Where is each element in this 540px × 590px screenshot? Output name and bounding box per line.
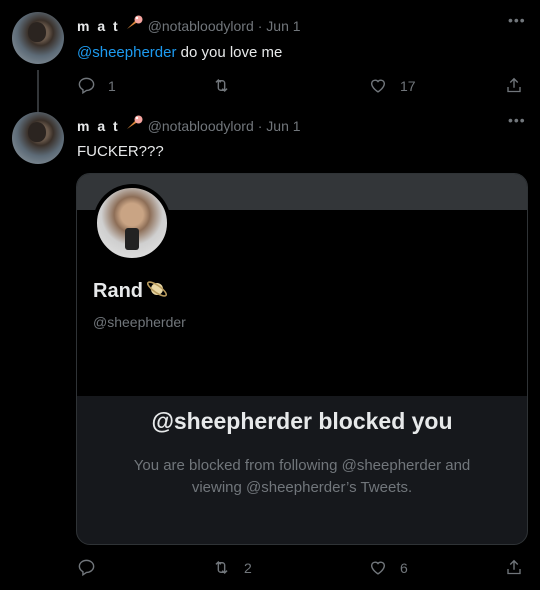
username[interactable]: @notabloodylord xyxy=(148,18,254,34)
saturn-emoji xyxy=(145,278,169,305)
display-name[interactable]: m a t xyxy=(77,18,120,34)
more-icon[interactable]: ••• xyxy=(508,112,526,128)
reply-button[interactable]: 1 xyxy=(77,76,116,95)
profile-display-name: Rand xyxy=(93,280,143,302)
timestamp[interactable]: · Jun 1 xyxy=(258,18,301,34)
reply-count: 1 xyxy=(108,77,116,94)
reply-icon xyxy=(78,77,95,95)
share-button[interactable] xyxy=(505,558,523,577)
retweet-icon xyxy=(215,78,228,93)
avatar[interactable] xyxy=(12,12,64,64)
retweet-count: 2 xyxy=(244,559,252,576)
blocked-line-2: viewing @sheepherder’s Tweets. xyxy=(191,479,413,496)
tweet-header: m a t @notabloodylord · Jun 1 xyxy=(77,114,301,137)
more-icon[interactable]: ••• xyxy=(508,12,526,28)
tweet-text: @sheepherder do you love me xyxy=(77,44,282,61)
share-button[interactable] xyxy=(505,76,523,95)
timestamp[interactable]: · Jun 1 xyxy=(258,118,301,134)
display-name[interactable]: m a t xyxy=(77,118,120,134)
like-button[interactable]: 6 xyxy=(368,558,408,577)
share-icon xyxy=(507,559,521,575)
blocked-profile-card[interactable]: Rand @sheepherder @sheepherder blocked y… xyxy=(76,173,528,545)
thread-line xyxy=(37,70,39,112)
retweet-button[interactable] xyxy=(211,76,232,95)
ice-cream-emoji xyxy=(124,14,144,37)
like-icon xyxy=(370,79,386,93)
ice-cream-emoji xyxy=(124,114,144,137)
profile-avatar[interactable] xyxy=(93,184,171,262)
tweet-header: m a t @notabloodylord · Jun 1 xyxy=(77,14,301,37)
profile-handle: @sheepherder xyxy=(93,314,186,330)
reply-icon xyxy=(78,559,95,577)
blocked-description: You are blocked from following @sheepher… xyxy=(77,455,527,499)
tweet-text: FUCKER??? xyxy=(77,143,164,160)
retweet-button[interactable]: 2 xyxy=(211,558,252,577)
like-count: 6 xyxy=(400,559,408,576)
profile-header: Rand @sheepherder xyxy=(77,184,527,396)
blocked-line-1: You are blocked from following @sheepher… xyxy=(133,457,471,474)
share-icon xyxy=(507,77,521,93)
like-icon xyxy=(370,561,386,575)
profile-name-row: Rand xyxy=(93,278,169,305)
avatar[interactable] xyxy=(12,112,64,164)
like-count: 17 xyxy=(400,77,416,94)
reply-button[interactable] xyxy=(77,558,96,577)
mention-link[interactable]: @sheepherder xyxy=(77,44,176,61)
username[interactable]: @notabloodylord xyxy=(148,118,254,134)
like-button[interactable]: 17 xyxy=(368,76,416,95)
tweet-body: do you love me xyxy=(176,44,283,61)
retweet-icon xyxy=(215,560,228,575)
blocked-title: @sheepherder blocked you xyxy=(151,408,453,434)
